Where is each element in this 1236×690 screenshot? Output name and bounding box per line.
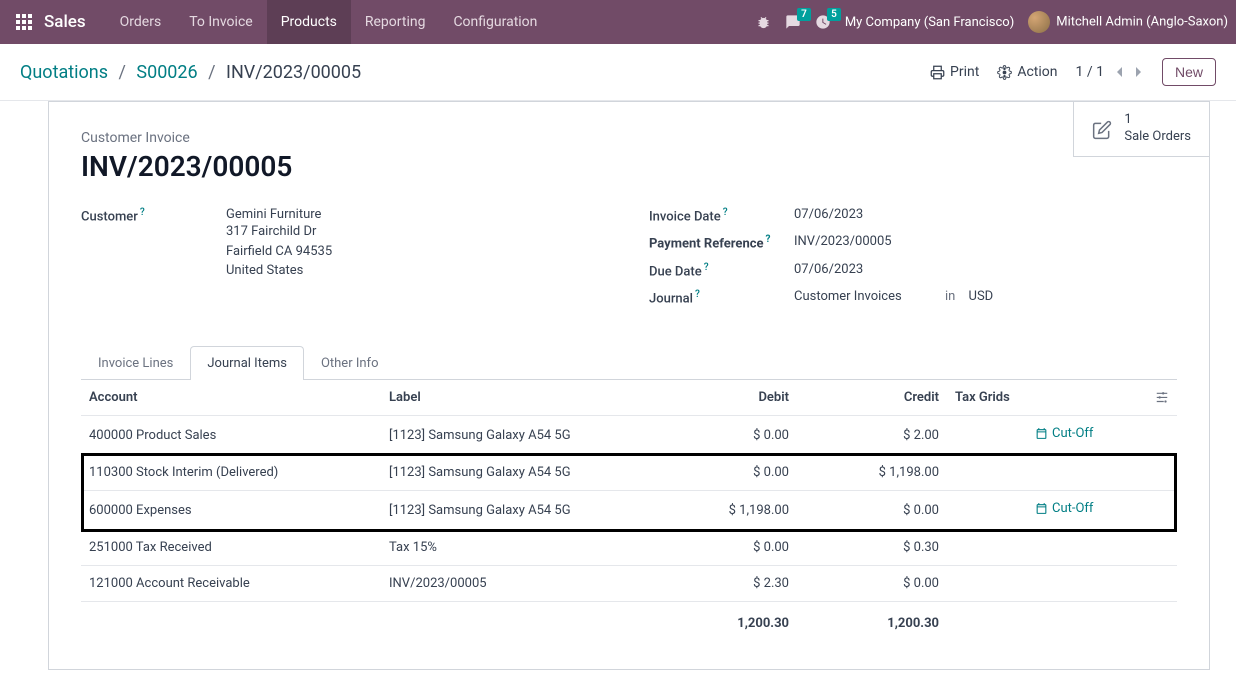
col-label[interactable]: Label: [381, 380, 677, 416]
doc-title: INV/2023/00005: [81, 150, 1177, 183]
cell-credit: $ 0.30: [797, 530, 947, 566]
pager-text: 1 / 1: [1076, 64, 1104, 80]
stat-label: Sale Orders: [1124, 129, 1191, 146]
table-row[interactable]: 121000 Account ReceivableINV/2023/00005$…: [81, 566, 1177, 602]
nav-brand[interactable]: Sales: [44, 12, 86, 32]
sale-orders-stat[interactable]: 1 Sale Orders: [1073, 102, 1209, 157]
nav-item-orders[interactable]: Orders: [106, 0, 176, 44]
action-button[interactable]: Action: [997, 64, 1057, 80]
breadcrumb-order[interactable]: S00026: [136, 62, 197, 83]
nav-item-to-invoice[interactable]: To Invoice: [175, 0, 267, 44]
right-column: Invoice Date? 07/06/2023 Payment Referen…: [649, 207, 1177, 316]
new-button[interactable]: New: [1162, 58, 1216, 86]
journal-label: Journal?: [649, 289, 794, 306]
tabs: Invoice LinesJournal ItemsOther Info: [81, 346, 1177, 380]
cell-tax-grids: [947, 491, 1027, 530]
activities-badge: 5: [827, 8, 841, 21]
avatar: [1028, 11, 1050, 33]
pager-next[interactable]: [1134, 64, 1144, 80]
cell-label: [1123] Samsung Galaxy A54 5G: [381, 416, 677, 455]
total-credit: 1,200.30: [797, 602, 947, 642]
cell-tax-grids: [947, 455, 1027, 491]
due-date: 07/06/2023: [794, 262, 1177, 279]
col-options[interactable]: [1147, 380, 1177, 416]
journal-items-table: Account Label Debit Credit Tax Grids 400…: [81, 380, 1177, 641]
top-nav: Sales OrdersTo InvoiceProductsReportingC…: [0, 0, 1236, 44]
table-row[interactable]: 251000 Tax ReceivedTax 15%$ 0.00$ 0.30: [81, 530, 1177, 566]
col-tax-grids[interactable]: Tax Grids: [947, 380, 1027, 416]
apps-icon[interactable]: [16, 14, 32, 30]
addr1: 317 Fairchild Dr: [226, 222, 609, 242]
breadcrumb-root[interactable]: Quotations: [20, 62, 108, 83]
edit-icon: [1092, 118, 1112, 139]
cutoff-button[interactable]: Cut-Off: [1035, 501, 1093, 516]
cell-account: 600000 Expenses: [81, 491, 381, 530]
cell-credit: $ 2.00: [797, 416, 947, 455]
col-account[interactable]: Account: [81, 380, 381, 416]
cell-label: Tax 15%: [381, 530, 677, 566]
cell-label: [1123] Samsung Galaxy A54 5G: [381, 491, 677, 530]
cell-credit: $ 0.00: [797, 566, 947, 602]
cell-label: [1123] Samsung Galaxy A54 5G: [381, 455, 677, 491]
cell-tax-grids: [947, 566, 1027, 602]
user-menu[interactable]: Mitchell Admin (Anglo-Saxon): [1028, 11, 1228, 33]
cutoff-button[interactable]: Cut-Off: [1035, 426, 1093, 441]
stat-count: 1: [1124, 112, 1191, 129]
nav-item-products[interactable]: Products: [267, 0, 351, 44]
col-credit[interactable]: Credit: [797, 380, 947, 416]
pager-prev[interactable]: [1114, 64, 1124, 80]
cell-account: 400000 Product Sales: [81, 416, 381, 455]
company-selector[interactable]: My Company (San Francisco): [845, 15, 1014, 30]
due-date-label: Due Date?: [649, 262, 794, 279]
cell-label: INV/2023/00005: [381, 566, 677, 602]
addr2: Fairfield CA 94535: [226, 242, 609, 262]
cell-account: 121000 Account Receivable: [81, 566, 381, 602]
currency-link[interactable]: USD: [969, 289, 994, 304]
control-bar: Quotations / S00026 / INV/2023/00005 Pri…: [0, 44, 1236, 101]
cell-account: 110300 Stock Interim (Delivered): [81, 455, 381, 491]
cell-debit: $ 0.00: [677, 530, 797, 566]
tab-other-info[interactable]: Other Info: [304, 346, 396, 380]
tab-invoice-lines[interactable]: Invoice Lines: [81, 346, 190, 380]
cell-debit: $ 2.30: [677, 566, 797, 602]
invoice-date-label: Invoice Date?: [649, 207, 794, 224]
cell-account: 251000 Tax Received: [81, 530, 381, 566]
left-column: Customer? Gemini Furniture 317 Fairchild…: [81, 207, 609, 316]
journal-value: Customer Invoices in USD: [794, 289, 1177, 306]
col-debit[interactable]: Debit: [677, 380, 797, 416]
customer-label: Customer?: [81, 207, 226, 281]
messages-badge: 7: [797, 8, 811, 21]
cell-tax-grids: [947, 530, 1027, 566]
customer-link[interactable]: Gemini Furniture: [226, 207, 609, 222]
tab-journal-items[interactable]: Journal Items: [190, 346, 304, 380]
table-row[interactable]: 600000 Expenses[1123] Samsung Galaxy A54…: [81, 491, 1177, 530]
invoice-date: 07/06/2023: [794, 207, 1177, 224]
bug-icon[interactable]: [756, 14, 771, 29]
activities-icon[interactable]: 5: [815, 14, 831, 30]
addr3: United States: [226, 261, 609, 281]
table-row[interactable]: 400000 Product Sales[1123] Samsung Galax…: [81, 416, 1177, 455]
breadcrumb-current: INV/2023/00005: [226, 62, 361, 83]
cell-debit: $ 0.00: [677, 416, 797, 455]
nav-item-reporting[interactable]: Reporting: [351, 0, 440, 44]
table-row[interactable]: 110300 Stock Interim (Delivered)[1123] S…: [81, 455, 1177, 491]
nav-item-configuration[interactable]: Configuration: [439, 0, 551, 44]
payment-ref: INV/2023/00005: [794, 234, 1177, 251]
messages-icon[interactable]: 7: [785, 14, 801, 30]
cell-credit: $ 0.00: [797, 491, 947, 530]
cell-debit: $ 0.00: [677, 455, 797, 491]
cell-credit: $ 1,198.00: [797, 455, 947, 491]
cell-tax-grids: [947, 416, 1027, 455]
cell-debit: $ 1,198.00: [677, 491, 797, 530]
doc-type: Customer Invoice: [81, 130, 1177, 146]
print-button[interactable]: Print: [930, 64, 979, 80]
pager: 1 / 1: [1076, 64, 1144, 80]
total-debit: 1,200.30: [677, 602, 797, 642]
breadcrumb: Quotations / S00026 / INV/2023/00005: [20, 62, 361, 83]
form-sheet: 1 Sale Orders Customer Invoice INV/2023/…: [48, 101, 1210, 670]
payment-ref-label: Payment Reference?: [649, 234, 794, 251]
